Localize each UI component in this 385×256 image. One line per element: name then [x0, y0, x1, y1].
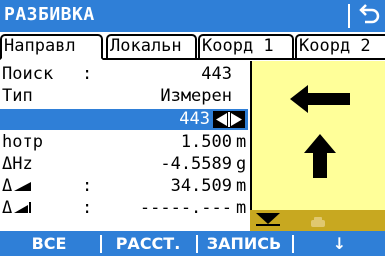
hotr-row: hотр 1.500 m — [0, 131, 250, 153]
type-select[interactable]: Измерен — [160, 85, 232, 107]
slope-icon — [14, 182, 32, 191]
search-row: Поиск : 443 — [2, 63, 232, 85]
title-bar: РАЗБИВКА — [0, 0, 385, 32]
hotr-input[interactable]: 1.500 — [181, 131, 232, 153]
type-row: Тип Измерен — [0, 85, 250, 107]
hotr-label: hотр — [2, 132, 43, 152]
tab-napravl[interactable]: Направл — [0, 34, 103, 60]
point-selector[interactable]: 443 — [0, 109, 248, 130]
panel-status-bar — [250, 210, 385, 231]
search-label: Поиск — [2, 64, 54, 84]
left-right-arrows-icon — [216, 112, 242, 127]
dhz-value: -4.5589 — [160, 154, 232, 174]
search-input[interactable]: 443 — [201, 63, 232, 85]
type-label: Тип — [2, 86, 33, 106]
dhz-row: ΔHz -4.5589 g — [0, 153, 250, 175]
softkey-distance[interactable]: РАССТ. — [102, 231, 194, 256]
dslope1-label: Δ — [2, 175, 32, 197]
direction-panel — [250, 61, 385, 231]
dslope2-row: Δ : -----.--- m — [2, 197, 247, 219]
dslope2-unit: m — [236, 198, 247, 218]
page-title: РАЗБИВКА — [4, 4, 95, 25]
tab-lokaln[interactable]: Локальн — [106, 34, 197, 58]
softkey-all[interactable]: ВСЕ — [0, 231, 98, 256]
dslope1-value: 34.509 — [170, 176, 232, 196]
dslope1-unit: m — [236, 176, 247, 196]
tab-bar: Направл Локальн Коорд 1 Коорд 2 — [0, 32, 385, 60]
dhz-unit: g — [236, 154, 247, 174]
softkey-down[interactable]: ↓ — [294, 231, 385, 256]
softkey-bar: ВСЕ РАССТ. ЗАПИСЬ ↓ — [0, 231, 385, 256]
tab-koord1[interactable]: Коорд 1 — [198, 34, 294, 58]
slope-bar-icon — [14, 202, 32, 213]
instrument-icon — [311, 217, 325, 227]
tab-koord2[interactable]: Коорд 2 — [295, 34, 385, 58]
dhz-label: ΔHz — [2, 154, 33, 174]
down-triangle-icon — [256, 213, 280, 226]
title-divider — [348, 4, 350, 28]
left-arrow-icon — [290, 85, 350, 113]
selected-point-value: 443 — [179, 109, 210, 129]
dslope1-row: Δ : 34.509 m — [2, 175, 247, 197]
back-arrow-icon — [359, 4, 380, 24]
dslope2-label: Δ — [2, 197, 32, 219]
dslope2-value: -----.--- — [139, 198, 232, 218]
softkey-record[interactable]: ЗАПИСЬ — [198, 231, 290, 256]
up-arrow-icon — [304, 134, 336, 178]
hotr-unit: m — [236, 132, 247, 152]
point-stepper[interactable] — [213, 111, 245, 128]
back-button[interactable] — [357, 2, 381, 30]
